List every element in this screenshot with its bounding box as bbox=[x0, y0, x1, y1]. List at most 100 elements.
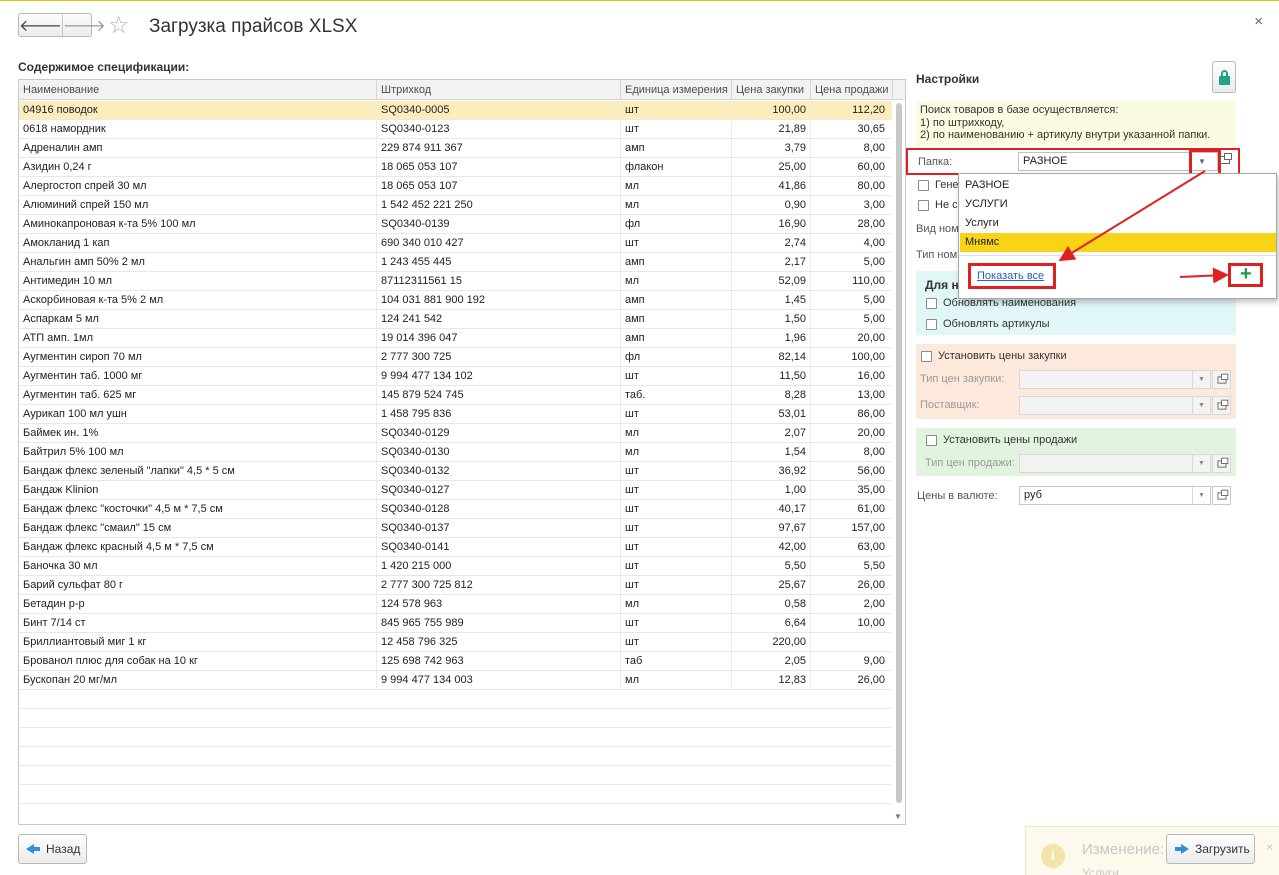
lock-icon-body bbox=[1219, 76, 1230, 85]
supplier-field[interactable]: ▼ bbox=[1019, 396, 1211, 415]
notification-subtitle[interactable]: Услуги bbox=[1082, 866, 1119, 875]
col-header-barcode[interactable]: Штрихкод bbox=[377, 80, 621, 100]
checkbox-set-purchase-prices[interactable]: Установить цены закупки bbox=[921, 350, 1067, 362]
table-row[interactable]: Бускопан 20 мг/мл 9 994 477 134 003 мл 12,8… bbox=[19, 671, 893, 690]
back-arrow-icon[interactable]: 🡐 bbox=[19, 14, 62, 36]
add-item-button[interactable]: + bbox=[1228, 263, 1263, 287]
folder-open-button[interactable] bbox=[1218, 153, 1232, 167]
col-header-sale-price[interactable]: Цена продажи bbox=[811, 80, 893, 100]
cell-unit: шт bbox=[621, 405, 732, 423]
table-row[interactable]: Аугментин сироп 70 мл 2 777 300 725 фл 82,1… bbox=[19, 348, 893, 367]
scrollbar-thumb[interactable] bbox=[896, 103, 902, 803]
search-info: Поиск товаров в базе осуществляется: 1) … bbox=[916, 101, 1236, 147]
lock-button[interactable] bbox=[1212, 61, 1236, 93]
cell-barcode: SQ0340-0139 bbox=[377, 215, 621, 233]
scroll-down-icon[interactable]: ▼ bbox=[894, 812, 902, 821]
dropdown-option-selected[interactable]: Мнямс bbox=[960, 233, 1276, 252]
checkbox[interactable] bbox=[918, 199, 929, 211]
cell-unit: таб bbox=[621, 652, 732, 670]
vertical-scrollbar[interactable]: ▼ bbox=[892, 101, 905, 824]
table-row[interactable]: Аугментин таб. 625 мг 145 879 524 745 таб.… bbox=[19, 386, 893, 405]
currency-open[interactable] bbox=[1212, 486, 1231, 505]
currency-label: Цены в валюте: bbox=[917, 490, 998, 502]
favorite-star-icon[interactable]: ☆ bbox=[108, 14, 130, 38]
sale-price-type-field[interactable]: ▼ bbox=[1019, 454, 1211, 473]
table-row[interactable]: Аспаркам 5 мл 124 241 542 амп 1,50 5,00 bbox=[19, 310, 893, 329]
table-row[interactable]: Бандаж флекс красный 4,5 м * 7,5 см SQ034… bbox=[19, 538, 893, 557]
checkbox[interactable] bbox=[918, 179, 929, 191]
table-row[interactable]: Бетадин р-р 124 578 963 мл 0,58 2,00 bbox=[19, 595, 893, 614]
cell-name: Барий сульфат 80 г bbox=[19, 576, 377, 594]
open-window-icon bbox=[1220, 153, 1232, 164]
cell-unit: шт bbox=[621, 557, 732, 575]
col-header-purchase-price[interactable]: Цена закупки bbox=[732, 80, 811, 100]
dropdown-option[interactable]: УСЛУГИ bbox=[960, 195, 1276, 214]
table-row[interactable]: Бинт 7/14 ст 845 965 755 989 шт 6,64 10,00 bbox=[19, 614, 893, 633]
table-row[interactable]: Амокланид 1 кап 690 340 010 427 шт 2,74 4,00 bbox=[19, 234, 893, 253]
chevron-down-icon[interactable]: ▼ bbox=[1192, 371, 1210, 388]
checkbox-update-articles[interactable]: Обновлять артикулы bbox=[926, 318, 1050, 330]
cell-barcode: 2 777 300 725 812 bbox=[377, 576, 621, 594]
table-row[interactable]: Байтрил 5% 100 мл SQ0340-0130 мл 1,54 8,00 bbox=[19, 443, 893, 462]
forward-arrow-icon[interactable]: 🡒 bbox=[61, 14, 106, 36]
table-row[interactable]: Бандаж флекс "смаил" 15 см SQ0340-0137 шт 9… bbox=[19, 519, 893, 538]
cell-name: Бандаж флекс "косточки" 4,5 м * 7,5 см bbox=[19, 500, 377, 518]
table-row[interactable]: Барий сульфат 80 г2 777 300 725 812 шт 25,… bbox=[19, 576, 893, 595]
cell-name: Баночка 30 мл bbox=[19, 557, 377, 575]
col-header-unit[interactable]: Единица измерения bbox=[621, 80, 732, 100]
purchase-price-type-field[interactable]: ▼ bbox=[1019, 370, 1211, 389]
cell-unit: мл bbox=[621, 671, 732, 689]
show-all-link[interactable]: Показать все bbox=[968, 263, 1056, 289]
checkbox[interactable] bbox=[926, 318, 937, 330]
checkbox[interactable] bbox=[926, 434, 937, 446]
supplier-open[interactable] bbox=[1212, 396, 1231, 415]
back-button[interactable]: Назад bbox=[18, 834, 87, 864]
table-row[interactable]: 0618 намордник SQ0340-0123 шт 21,89 30,65 bbox=[19, 120, 893, 139]
cell-sale-price: 10,00 bbox=[857, 617, 885, 629]
folder-input[interactable]: РАЗНОЕ bbox=[1018, 152, 1218, 171]
table-row[interactable]: Брованол плюс для собак на 10 кг 125 698 … bbox=[19, 652, 893, 671]
table-row[interactable]: Аугментин таб. 1000 мг 9 994 477 134 102 ш… bbox=[19, 367, 893, 386]
table-row[interactable]: Аурикап 100 мл ушн 1 458 795 836 шт 53,01 86… bbox=[19, 405, 893, 424]
table-row[interactable]: Алергостоп спрей 30 мл 18 065 053 107 мл 41… bbox=[19, 177, 893, 196]
checkbox-set-sale-prices[interactable]: Установить цены продажи bbox=[926, 434, 1077, 446]
table-row[interactable]: Бандаж Klinion SQ0340-0127 шт 1,00 35,00 bbox=[19, 481, 893, 500]
checkbox[interactable] bbox=[921, 350, 932, 362]
close-icon[interactable]: × bbox=[1254, 13, 1263, 30]
dropdown-option[interactable]: Услуги bbox=[960, 214, 1276, 233]
checkbox-not-create[interactable]: Не с bbox=[918, 199, 958, 211]
table-row[interactable]: Антимедин 10 мл 87112311561 15 мл 52,09 110,… bbox=[19, 272, 893, 291]
table-row[interactable]: Адреналин амп 229 874 911 367 амп 3,79 8,00 bbox=[19, 139, 893, 158]
table-row[interactable]: Баночка 30 мл 1 420 215 000 шт 5,50 5,50 bbox=[19, 557, 893, 576]
table-row[interactable]: Анальгин амп 50% 2 мл 1 243 455 445 амп 2,1… bbox=[19, 253, 893, 272]
sale-price-type-open[interactable] bbox=[1212, 454, 1231, 473]
table-row[interactable]: АТП амп. 1мл 19 014 396 047 амп 1,96 20,00 bbox=[19, 329, 893, 348]
folder-value: РАЗНОЕ bbox=[1023, 155, 1068, 167]
checkbox[interactable] bbox=[926, 297, 937, 309]
cell-barcode: SQ0340-0005 bbox=[377, 101, 621, 119]
load-button[interactable]: Загрузить bbox=[1166, 834, 1255, 864]
table-row[interactable]: Бандаж флекс зеленый "лапки" 4,5 * 5 см S… bbox=[19, 462, 893, 481]
table-row[interactable]: Бриллиантовый миг 1 кг 12 458 796 325 шт 22… bbox=[19, 633, 893, 652]
chevron-down-icon[interactable]: ▼ bbox=[1192, 455, 1210, 472]
table-row[interactable]: Аминокапроновая к-та 5% 100 мл SQ0340-013… bbox=[19, 215, 893, 234]
cell-sale-price: 112,20 bbox=[852, 104, 885, 116]
show-all-label[interactable]: Показать все bbox=[977, 270, 1044, 282]
table-row[interactable]: Алюминий спрей 150 мл 1 542 452 221 250 мл… bbox=[19, 196, 893, 215]
table-row[interactable]: 04916 поводок SQ0340-0005 шт 100,00 112,20 bbox=[19, 101, 893, 120]
chevron-down-icon[interactable]: ▼ bbox=[1192, 397, 1210, 414]
table-row[interactable]: Бандаж флекс "косточки" 4,5 м * 7,5 см SQ… bbox=[19, 500, 893, 519]
currency-field[interactable]: руб ▼ bbox=[1019, 486, 1211, 505]
purchase-price-type-open[interactable] bbox=[1212, 370, 1231, 389]
chevron-down-icon[interactable]: ▼ bbox=[1192, 487, 1210, 504]
table-row[interactable]: Аскорбиновая к-та 5% 2 мл 104 031 881 900… bbox=[19, 291, 893, 310]
checkbox-generate[interactable]: Гене bbox=[918, 179, 959, 191]
window-title: Загрузка прайсов XLSX bbox=[149, 16, 358, 37]
cell-unit: шт bbox=[621, 538, 732, 556]
table-row[interactable]: Азидин 0,24 г 18 065 053 107 флакон 25,00 60… bbox=[19, 158, 893, 177]
col-header-name[interactable]: Наименование bbox=[19, 80, 377, 100]
cell-barcode: 1 542 452 221 250 bbox=[377, 196, 621, 214]
dropdown-option[interactable]: РАЗНОЕ bbox=[960, 176, 1276, 195]
close-icon[interactable]: × bbox=[1266, 840, 1273, 854]
table-row[interactable]: Баймек ин. 1% SQ0340-0129 мл 2,07 20,00 bbox=[19, 424, 893, 443]
